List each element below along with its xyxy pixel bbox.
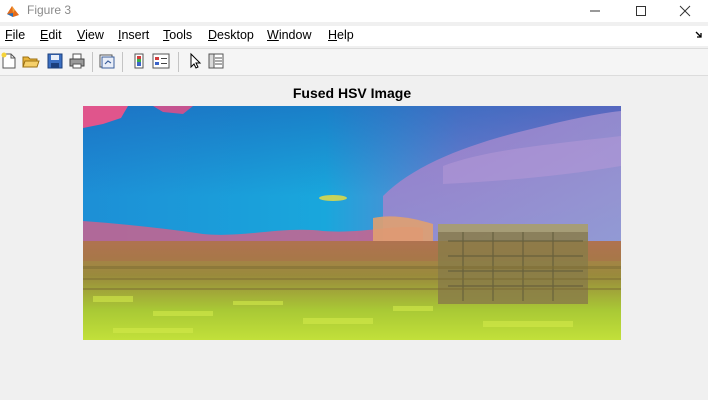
property-inspector-icon[interactable]: [207, 52, 225, 70]
window-title-bar: Figure 3: [0, 0, 708, 22]
window-title: Figure 3: [27, 3, 72, 17]
image-render: [83, 106, 621, 340]
colorbar-icon[interactable]: [130, 52, 148, 70]
edit-plot-pointer-icon[interactable]: [186, 52, 204, 70]
dock-figure-icon[interactable]: [695, 31, 703, 39]
open-folder-icon[interactable]: [22, 52, 40, 70]
fused-hsv-image[interactable]: [83, 106, 621, 340]
menu-help[interactable]: Help: [328, 28, 354, 42]
toolbar-separator: [178, 52, 179, 72]
matlab-icon: [7, 6, 19, 17]
figure-toolbar: [0, 48, 708, 76]
menu-bar: File Edit View Insert Tools Desktop Wind…: [0, 26, 708, 46]
menu-desktop[interactable]: Desktop: [208, 28, 254, 42]
menu-insert[interactable]: Insert: [118, 28, 149, 42]
minimize-icon: [590, 10, 600, 12]
legend-icon[interactable]: [152, 52, 170, 70]
minimize-button[interactable]: [572, 0, 618, 22]
menu-file[interactable]: File: [5, 28, 25, 42]
close-button[interactable]: [662, 0, 708, 22]
menu-edit[interactable]: Edit: [40, 28, 62, 42]
axes-title: Fused HSV Image: [292, 85, 412, 101]
menu-window[interactable]: Window: [267, 28, 311, 42]
toolbar-separator: [122, 52, 123, 72]
maximize-icon: [636, 6, 646, 16]
link-plot-icon[interactable]: [98, 52, 116, 70]
maximize-button[interactable]: [618, 0, 664, 22]
menu-view[interactable]: View: [77, 28, 104, 42]
save-icon[interactable]: [46, 52, 64, 70]
close-icon: [679, 5, 691, 17]
menu-tools[interactable]: Tools: [163, 28, 192, 42]
new-figure-icon[interactable]: [0, 52, 18, 70]
toolbar-separator: [92, 52, 93, 72]
print-icon[interactable]: [68, 52, 86, 70]
